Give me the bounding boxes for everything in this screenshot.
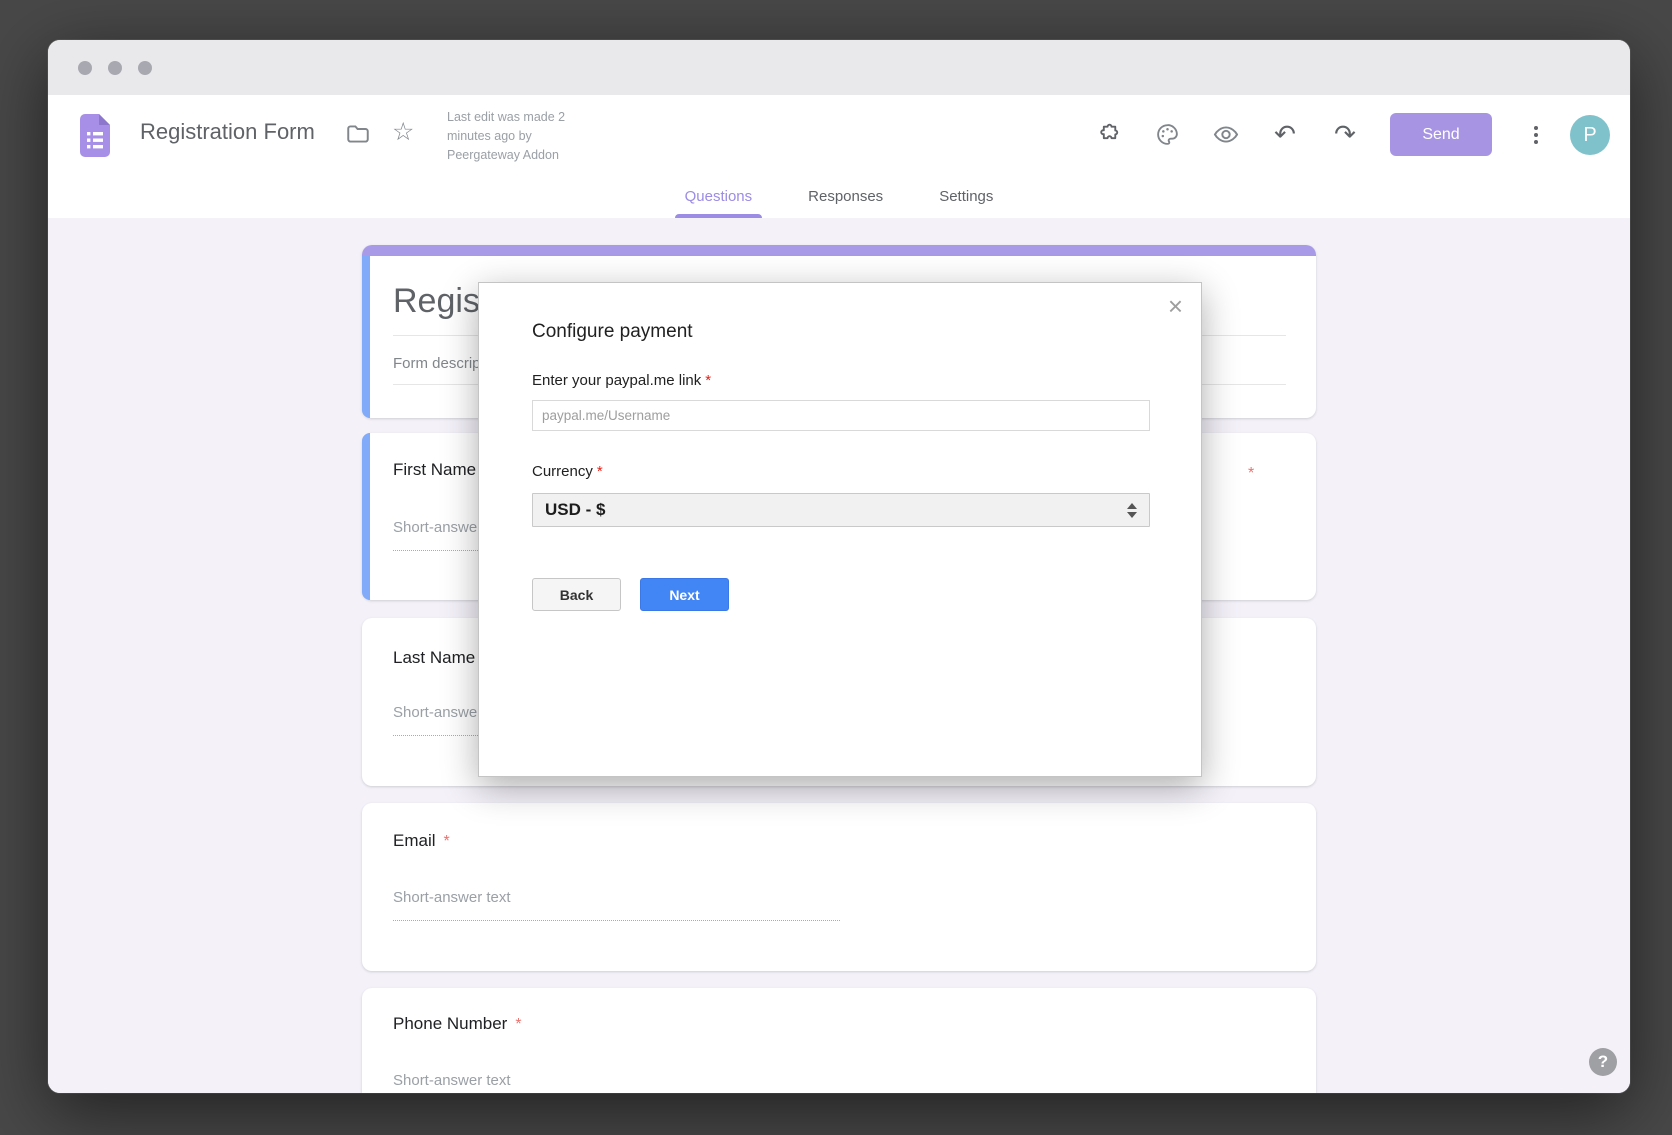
question-label[interactable]: Last Name (393, 648, 475, 668)
close-icon[interactable]: × (1168, 293, 1183, 319)
currency-label: Currency* (532, 463, 603, 480)
currency-select[interactable]: USD - $ (532, 493, 1150, 527)
dialog-title: Configure payment (532, 321, 693, 343)
short-answer-placeholder: Short-answer text (393, 1072, 840, 1093)
window-titlebar (48, 40, 1630, 95)
more-options-kebab-icon[interactable] (1526, 121, 1546, 149)
required-asterisk: * (1248, 465, 1254, 483)
addons-puzzle-icon[interactable] (1095, 121, 1121, 147)
customize-theme-palette-icon[interactable] (1154, 121, 1180, 147)
select-spinner-icon (1127, 503, 1137, 518)
back-button[interactable]: Back (532, 578, 621, 611)
theme-color-bar (362, 245, 1316, 256)
google-forms-logo-icon (78, 114, 110, 157)
required-asterisk: * (597, 463, 603, 480)
move-to-folder-icon[interactable] (345, 121, 371, 147)
desktop-background: Registration Form ☆ Last edit was made 2… (0, 0, 1672, 1135)
undo-icon[interactable]: ↶ (1272, 121, 1298, 147)
paypal-link-input[interactable] (532, 400, 1150, 431)
configure-payment-dialog: × Configure payment Enter your paypal.me… (478, 282, 1202, 777)
paypal-link-label: Enter your paypal.me link* (532, 372, 711, 389)
next-button[interactable]: Next (640, 578, 729, 611)
forms-header: Registration Form ☆ Last edit was made 2… (48, 95, 1630, 175)
redo-icon[interactable]: ↷ (1332, 121, 1358, 147)
question-card-email[interactable]: Email* Short-answer text (362, 803, 1316, 971)
question-card-phone-number[interactable]: Phone Number* Short-answer text (362, 988, 1316, 1093)
question-label[interactable]: Phone Number* (393, 1014, 522, 1034)
account-avatar[interactable]: P (1570, 115, 1610, 155)
tab-settings[interactable]: Settings (929, 175, 1003, 218)
document-title[interactable]: Registration Form (140, 119, 315, 145)
last-edit-status: Last edit was made 2 minutes ago by Peer… (447, 108, 565, 165)
tab-questions[interactable]: Questions (675, 175, 763, 218)
editor-tabs: Questions Responses Settings (48, 175, 1630, 218)
currency-selected-value: USD - $ (545, 500, 1127, 520)
window-minimize-button[interactable] (108, 61, 122, 75)
tab-responses[interactable]: Responses (798, 175, 893, 218)
required-asterisk: * (515, 1016, 521, 1033)
selected-indicator-bar (362, 433, 370, 600)
question-label[interactable]: Email* (393, 831, 450, 851)
required-asterisk: * (705, 372, 711, 389)
required-asterisk: * (444, 833, 450, 850)
preview-eye-icon[interactable] (1213, 121, 1239, 147)
short-answer-placeholder: Short-answer text (393, 889, 840, 921)
question-label[interactable]: First Name (393, 460, 476, 480)
star-icon[interactable]: ☆ (392, 117, 414, 147)
help-button[interactable]: ? (1589, 1048, 1617, 1076)
window-zoom-button[interactable] (138, 61, 152, 75)
window-close-button[interactable] (78, 61, 92, 75)
browser-window: Registration Form ☆ Last edit was made 2… (48, 40, 1630, 1093)
selected-indicator-bar (362, 256, 370, 418)
send-button[interactable]: Send (1390, 113, 1492, 156)
